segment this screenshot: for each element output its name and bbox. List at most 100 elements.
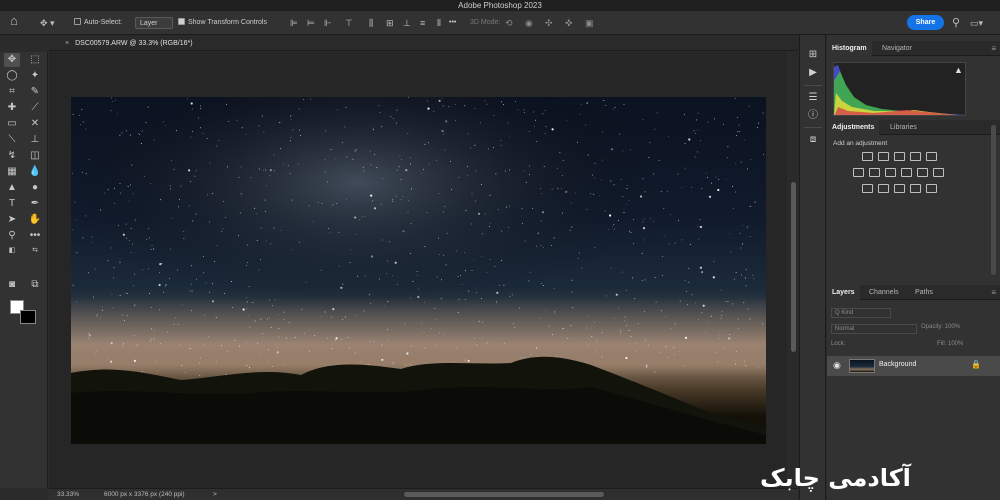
brush-alt-tool-icon[interactable]: ⟍: [4, 133, 20, 147]
patch-tool-icon[interactable]: ✕: [27, 117, 43, 131]
healing-tool-icon[interactable]: ✚: [4, 101, 20, 115]
distribute-icon[interactable]: ⫼: [369, 17, 373, 29]
warning-icon[interactable]: ▲: [954, 65, 963, 75]
magic-wand-tool-icon[interactable]: ✦: [27, 69, 43, 83]
align-center-icon[interactable]: ⊨: [307, 17, 315, 29]
invert-icon[interactable]: [862, 184, 873, 193]
3d-scale-icon[interactable]: ▣: [585, 17, 594, 29]
horizontal-scroll-thumb[interactable]: [404, 492, 604, 497]
blend-mode-dropdown[interactable]: Normal: [831, 324, 917, 334]
color-balance-icon[interactable]: [869, 168, 880, 177]
lasso-tool-icon[interactable]: ◯: [4, 69, 20, 83]
auto-select-target-dropdown[interactable]: Layer: [135, 17, 173, 29]
gradient-tool-icon[interactable]: ▦: [4, 165, 20, 179]
share-button[interactable]: Share: [907, 15, 944, 30]
tab-adjustments[interactable]: Adjustments: [827, 120, 880, 135]
opacity-field[interactable]: Opacity: 100%: [921, 324, 960, 330]
align-bottom-icon[interactable]: ⊥: [403, 17, 411, 29]
comments-icon[interactable]: ⧈: [806, 134, 820, 146]
blur-tool-icon[interactable]: 💧: [27, 165, 43, 179]
zoom-level[interactable]: 33.33%: [57, 489, 89, 500]
color-lookup-icon[interactable]: [933, 168, 944, 177]
actions-play-icon[interactable]: ▶: [806, 67, 820, 79]
auto-select-checkbox[interactable]: Auto-Select:: [74, 17, 122, 29]
gradient-map-icon[interactable]: [926, 184, 937, 193]
tab-histogram[interactable]: Histogram: [827, 41, 872, 56]
zoom-tool-icon[interactable]: ⚲: [4, 229, 20, 243]
pen-tool-icon[interactable]: ✒: [27, 197, 43, 211]
eraser-tool-icon[interactable]: ◫: [27, 149, 43, 163]
tab-libraries[interactable]: Libraries: [885, 120, 922, 135]
search-icon[interactable]: ⚲: [952, 17, 960, 29]
marquee-tool-icon[interactable]: ⬚: [27, 53, 43, 67]
3d-pan-icon[interactable]: ✣: [545, 17, 553, 29]
background-color-swatch[interactable]: [20, 310, 36, 324]
3d-rotate-icon[interactable]: ⟲: [505, 17, 513, 29]
align-right-icon[interactable]: ⊩: [324, 17, 332, 29]
channel-mixer-icon[interactable]: [917, 168, 928, 177]
default-colors-icon[interactable]: ◧: [4, 244, 20, 258]
tab-paths[interactable]: Paths: [910, 285, 938, 300]
posterize-icon[interactable]: [878, 184, 889, 193]
path-select-tool-icon[interactable]: ➤: [4, 213, 20, 227]
properties-panel-icon[interactable]: ⊞: [806, 49, 820, 61]
type-tool-icon[interactable]: T: [4, 197, 20, 211]
panel-scrollbar[interactable]: [990, 35, 997, 500]
adjustments-panel-icon[interactable]: ☰: [806, 92, 820, 104]
close-icon[interactable]: ×: [65, 37, 69, 50]
visibility-eye-icon[interactable]: ◉: [833, 360, 841, 371]
panel-scroll-thumb[interactable]: [991, 125, 996, 275]
vertical-scrollbar[interactable]: [789, 52, 798, 488]
photo-filter-icon[interactable]: [901, 168, 912, 177]
document-tab[interactable]: × DSC00579.ARW @ 33.3% (RGB/16*): [59, 37, 193, 50]
crop-tool-icon[interactable]: ⌗: [4, 85, 20, 99]
curves-icon[interactable]: [894, 152, 905, 161]
distribute-h-icon[interactable]: ⦀: [437, 17, 441, 29]
move-tool-icon[interactable]: ✥: [4, 53, 20, 67]
align-vcenter-icon[interactable]: ⊞: [386, 17, 394, 29]
align-left-icon[interactable]: ⊫: [290, 17, 298, 29]
lock-icon[interactable]: 🔒: [971, 360, 981, 369]
3d-slide-icon[interactable]: ✜: [565, 17, 573, 29]
quick-mask-icon[interactable]: ◙: [4, 278, 20, 292]
selective-color-icon[interactable]: [910, 184, 921, 193]
clone-stamp-tool-icon[interactable]: ⊥: [27, 133, 43, 147]
hue-saturation-icon[interactable]: [853, 168, 864, 177]
layer-filter-dropdown[interactable]: Q Kind: [831, 308, 891, 318]
screen-mode-icon[interactable]: ⧉: [27, 278, 43, 292]
dodge-tool-icon[interactable]: ●: [27, 181, 43, 195]
tab-layers[interactable]: Layers: [827, 285, 860, 300]
doc-info-menu-icon[interactable]: >: [213, 489, 217, 500]
layer-row[interactable]: ◉ Background 🔒: [827, 356, 1000, 376]
move-icon[interactable]: ✥ ▾: [40, 17, 55, 29]
info-icon[interactable]: ⓘ: [806, 110, 820, 122]
eyedropper-tool-icon[interactable]: ✎: [27, 85, 43, 99]
brightness-icon[interactable]: [862, 152, 873, 161]
levels-icon[interactable]: [878, 152, 889, 161]
workspace-icon[interactable]: ▭▾: [970, 17, 983, 29]
exposure-icon[interactable]: [910, 152, 921, 161]
triangle-tool-icon[interactable]: ▲: [4, 181, 20, 195]
fill-field[interactable]: Fill: 100%: [937, 341, 963, 347]
threshold-icon[interactable]: [894, 184, 905, 193]
star: [261, 115, 263, 117]
tab-navigator[interactable]: Navigator: [877, 41, 917, 56]
vibrance-icon[interactable]: [926, 152, 937, 161]
home-icon[interactable]: ⌂: [10, 14, 18, 27]
distribute-v-icon[interactable]: ≡: [420, 17, 425, 29]
canvas-area[interactable]: [49, 52, 787, 488]
tab-channels[interactable]: Channels: [864, 285, 904, 300]
show-transform-checkbox[interactable]: Show Transform Controls: [178, 17, 267, 29]
history-brush-tool-icon[interactable]: ↯: [4, 149, 20, 163]
more-tools-icon[interactable]: •••: [27, 229, 43, 243]
more-options-icon[interactable]: •••: [449, 17, 456, 29]
hand-tool-icon[interactable]: ✋: [27, 213, 43, 227]
black-white-icon[interactable]: [885, 168, 896, 177]
align-top-icon[interactable]: ⊤: [345, 17, 353, 29]
3d-roll-icon[interactable]: ◉: [525, 17, 533, 29]
brush-tool-icon[interactable]: ⟋: [27, 101, 43, 115]
vertical-scroll-thumb[interactable]: [791, 182, 796, 352]
swap-colors-icon[interactable]: ⇆: [27, 244, 43, 258]
frame-tool-icon[interactable]: ▭: [4, 117, 20, 131]
document-image[interactable]: [71, 97, 766, 444]
